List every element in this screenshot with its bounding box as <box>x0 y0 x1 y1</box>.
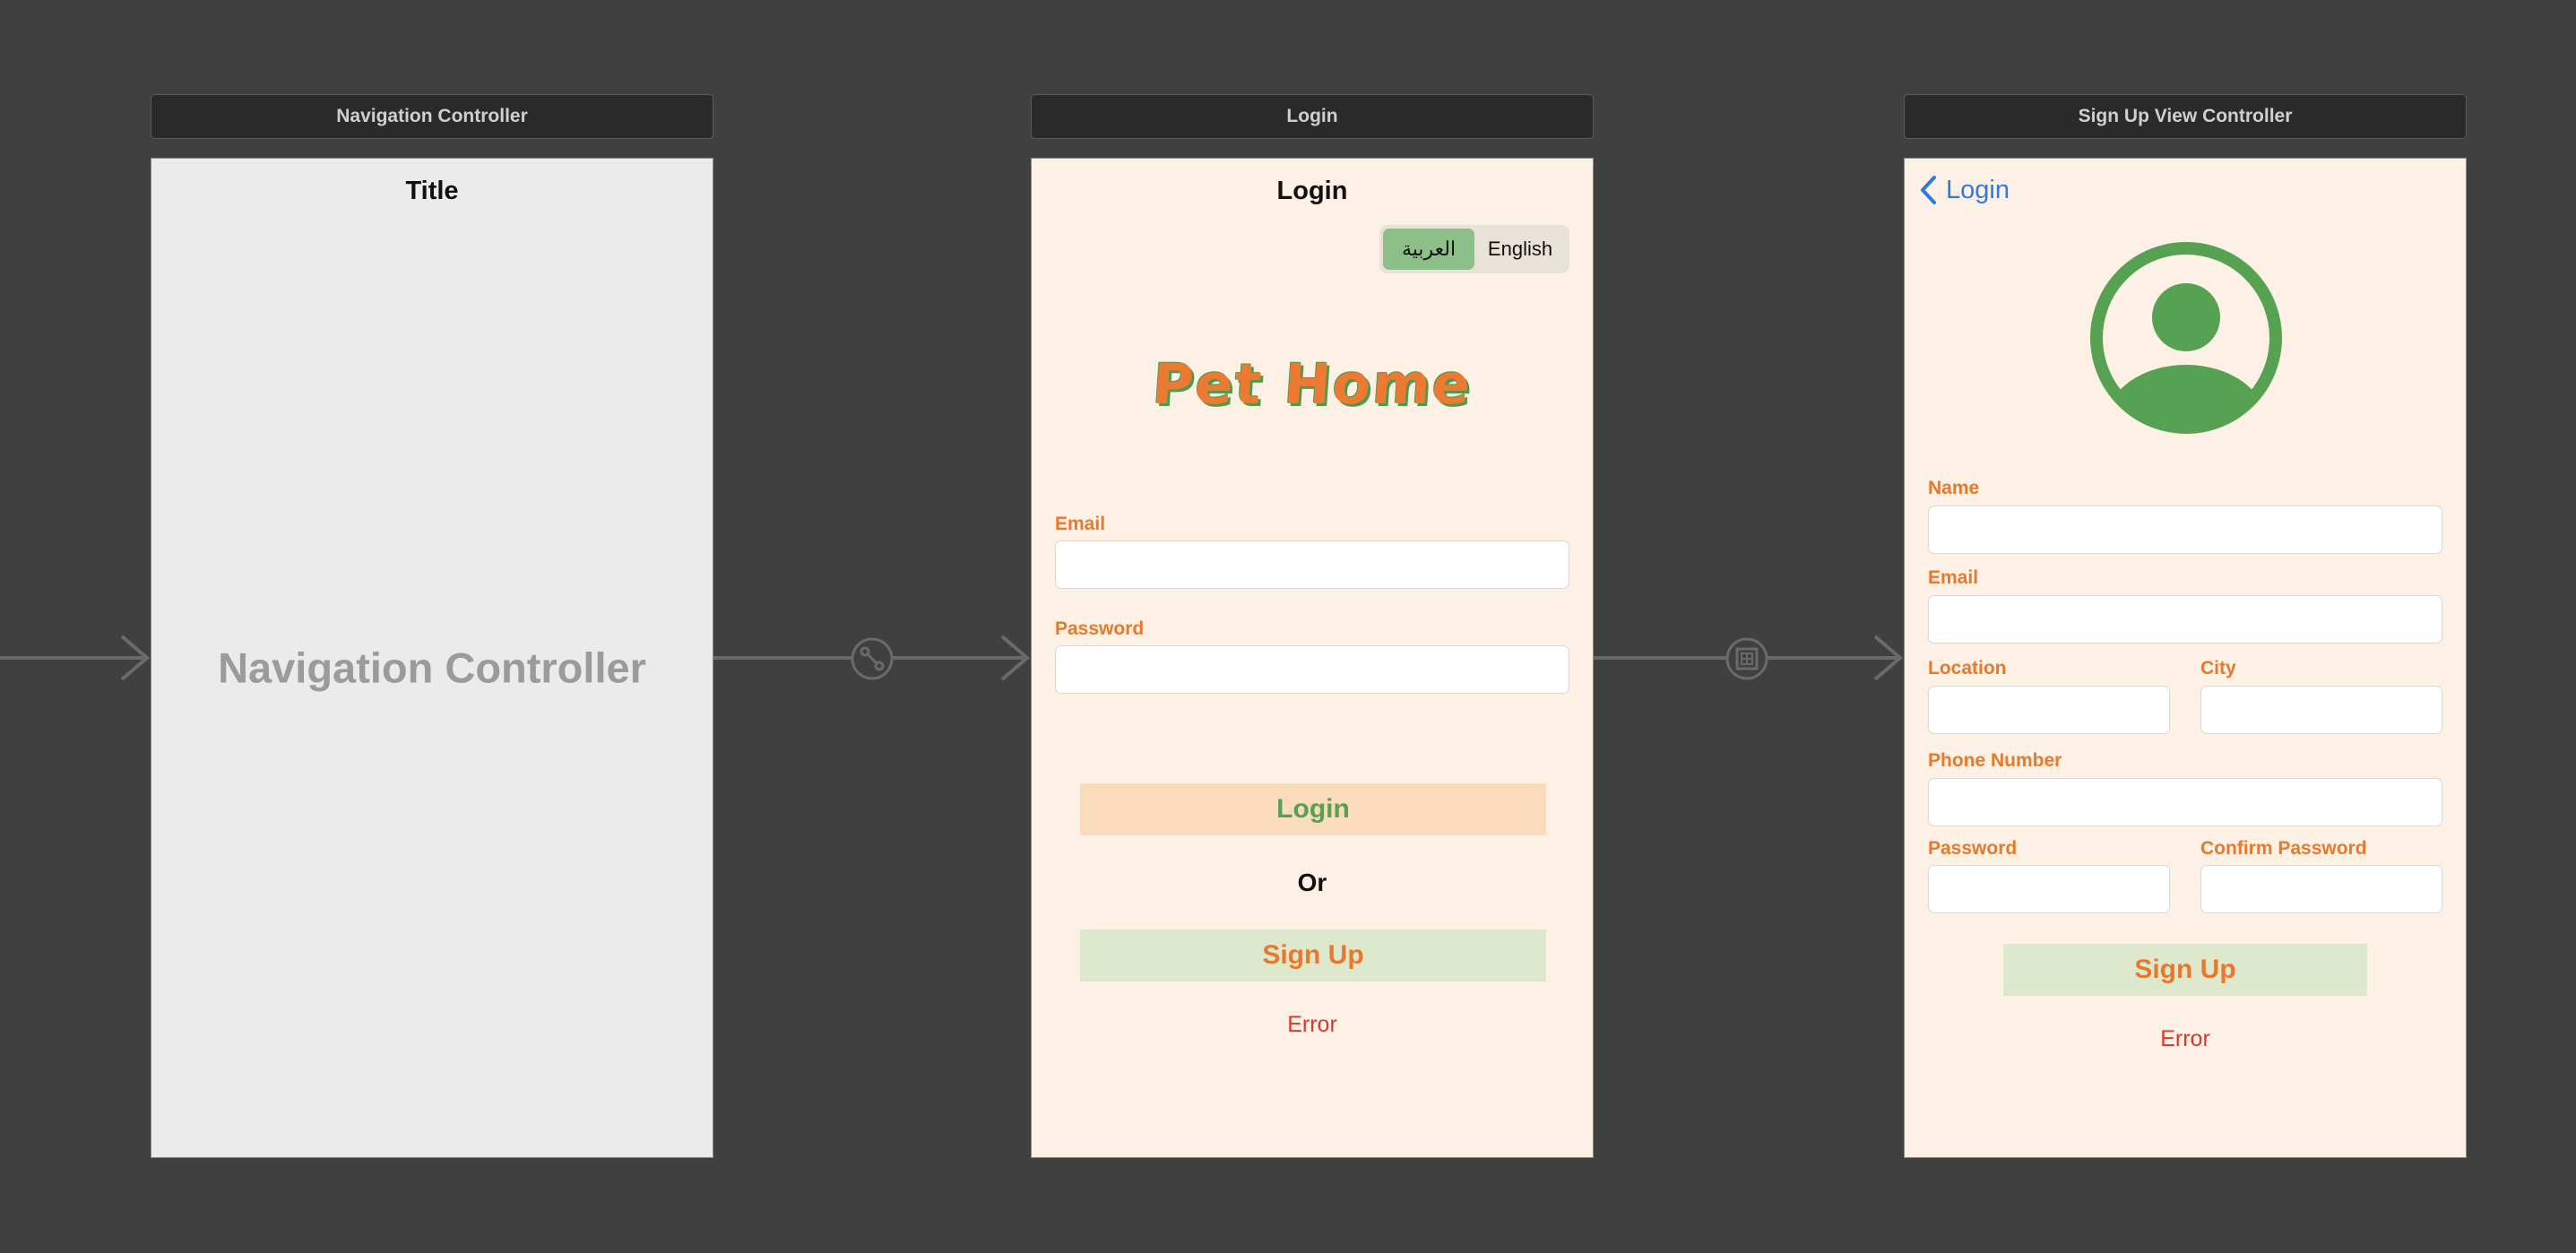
confirm-password-field[interactable] <box>2200 865 2442 913</box>
segue-show-icon[interactable] <box>850 636 895 681</box>
city-field[interactable] <box>2200 686 2442 734</box>
or-label: Or <box>1297 868 1327 896</box>
segment-arabic[interactable]: العربية <box>1383 229 1474 270</box>
name-label: Name <box>1928 478 1980 498</box>
arrow-right-icon <box>120 635 151 681</box>
signup-button[interactable]: Sign Up <box>2003 944 2367 996</box>
segment-english[interactable]: English <box>1474 229 1566 270</box>
nav-bar-title: Login <box>1276 177 1348 205</box>
app-logo: Pet Home <box>1150 351 1474 417</box>
nav-bar-title: Title <box>405 177 459 205</box>
confirm-password-label: Confirm Password <box>2200 838 2367 859</box>
user-avatar-icon[interactable] <box>2089 241 2283 435</box>
signup-button[interactable]: Sign Up <box>1080 929 1546 981</box>
chevron-left-icon <box>1921 176 1936 204</box>
segue-present-icon[interactable] <box>1725 636 1769 681</box>
email-label: Email <box>1928 567 1979 588</box>
back-button-label: Login <box>1946 175 2010 204</box>
error-label: Error <box>2160 1026 2210 1051</box>
name-field[interactable] <box>1928 506 2442 554</box>
scene-placeholder-label: Navigation Controller <box>218 644 646 692</box>
password-field[interactable] <box>1928 865 2170 913</box>
phone-number-field[interactable] <box>1928 778 2442 826</box>
email-field[interactable] <box>1055 540 1569 589</box>
scene-header-signup[interactable]: Sign Up View Controller <box>1904 94 2467 139</box>
arrow-right-icon <box>1000 635 1031 681</box>
login-scene[interactable]: Login العربية English Pet Home Email Pas… <box>1031 158 1594 1158</box>
language-segmented-control[interactable]: العربية English <box>1379 225 1569 273</box>
arrow-right-icon <box>1873 635 1904 681</box>
back-button[interactable]: Login <box>1919 175 2010 205</box>
password-field[interactable] <box>1055 645 1569 694</box>
password-label: Password <box>1055 618 1145 639</box>
scene-header-login[interactable]: Login <box>1031 94 1594 139</box>
location-label: Location <box>1928 658 2007 678</box>
phone-number-label: Phone Number <box>1928 750 2062 771</box>
city-label: City <box>2200 658 2236 678</box>
navigation-controller-scene[interactable]: Title Navigation Controller <box>151 158 713 1158</box>
signup-scene[interactable]: Login Name Email Location City Phone Num… <box>1904 158 2467 1158</box>
email-label: Email <box>1055 514 1106 534</box>
password-label: Password <box>1928 838 2018 859</box>
error-label: Error <box>1287 1012 1337 1037</box>
scene-header-navigation[interactable]: Navigation Controller <box>151 94 713 139</box>
location-field[interactable] <box>1928 686 2170 734</box>
login-button[interactable]: Login <box>1080 783 1546 835</box>
email-field[interactable] <box>1928 595 2442 644</box>
